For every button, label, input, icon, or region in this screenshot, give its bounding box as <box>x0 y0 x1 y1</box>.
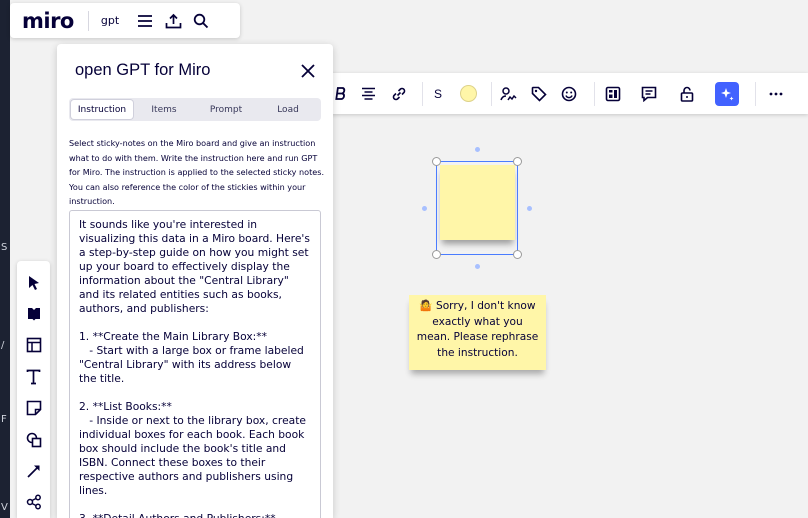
close-icon[interactable] <box>299 62 317 80</box>
panel-tabs: Instruction Items Prompt Load <box>69 98 321 121</box>
instruction-help-text: Select sticky-notes on the Miro board an… <box>69 138 325 207</box>
align-center-icon[interactable] <box>352 73 384 114</box>
tab-instruction[interactable]: Instruction <box>71 100 133 119</box>
background-text: F <box>1 414 7 425</box>
instruction-textarea[interactable]: It sounds like you're interested in visu… <box>69 210 321 518</box>
color-swatch <box>459 85 477 102</box>
board-name[interactable]: gpt <box>101 14 119 27</box>
connector-dot[interactable] <box>475 147 480 152</box>
layout-icon[interactable] <box>595 73 631 114</box>
resize-handle[interactable] <box>432 250 441 259</box>
divider <box>87 10 89 31</box>
tag-icon[interactable] <box>524 73 554 114</box>
upload-icon[interactable] <box>159 7 187 35</box>
resize-handle[interactable] <box>513 250 522 259</box>
selection-frame <box>436 161 518 255</box>
font-size-selector[interactable]: S <box>423 73 453 114</box>
background-text: / <box>1 340 5 351</box>
connector-dot[interactable] <box>475 264 480 269</box>
tab-items[interactable]: Items <box>133 100 195 119</box>
background-window-strip: S / F V <box>0 0 10 518</box>
lock-icon[interactable] <box>667 73 707 114</box>
signature-icon[interactable] <box>492 73 524 114</box>
ai-assist-button[interactable] <box>707 73 747 114</box>
tab-load[interactable]: Load <box>257 100 319 119</box>
comment-icon[interactable] <box>631 73 667 114</box>
text-tool-icon[interactable] <box>19 361 49 392</box>
sticky-note-icon[interactable] <box>19 393 49 424</box>
miro-logo: miro <box>22 8 74 33</box>
connector-dot[interactable] <box>422 206 427 211</box>
sticky-context-toolbar: S <box>330 73 808 114</box>
sticky-color-picker[interactable] <box>453 73 483 114</box>
link-icon[interactable] <box>384 73 414 114</box>
connection-line-icon[interactable] <box>19 455 49 486</box>
templates-icon[interactable] <box>19 298 49 329</box>
gpt-for-miro-panel: open GPT for Miro Instruction Items Prom… <box>57 44 333 518</box>
shapes-icon[interactable] <box>19 424 49 455</box>
resize-handle[interactable] <box>513 157 522 166</box>
top-bar: miro gpt <box>10 3 240 38</box>
error-sticky-note[interactable]: 🤷 Sorry, I don't know exactly what you m… <box>409 295 546 370</box>
connector-dot[interactable] <box>527 206 532 211</box>
sparkle-icon <box>715 81 739 106</box>
bold-icon[interactable] <box>330 73 352 114</box>
more-options-icon[interactable] <box>756 73 796 114</box>
creation-toolbar <box>17 261 50 518</box>
search-icon[interactable] <box>187 7 215 35</box>
menu-icon[interactable] <box>131 7 159 35</box>
background-text: V <box>1 502 8 513</box>
panel-title: open GPT for Miro <box>75 61 211 79</box>
background-text: S <box>1 242 8 253</box>
tab-prompt[interactable]: Prompt <box>195 100 257 119</box>
resize-handle[interactable] <box>432 157 441 166</box>
emoji-icon[interactable] <box>554 73 584 114</box>
table-icon[interactable] <box>19 330 49 361</box>
mind-map-icon[interactable] <box>19 487 49 518</box>
select-cursor-icon[interactable] <box>19 267 49 298</box>
